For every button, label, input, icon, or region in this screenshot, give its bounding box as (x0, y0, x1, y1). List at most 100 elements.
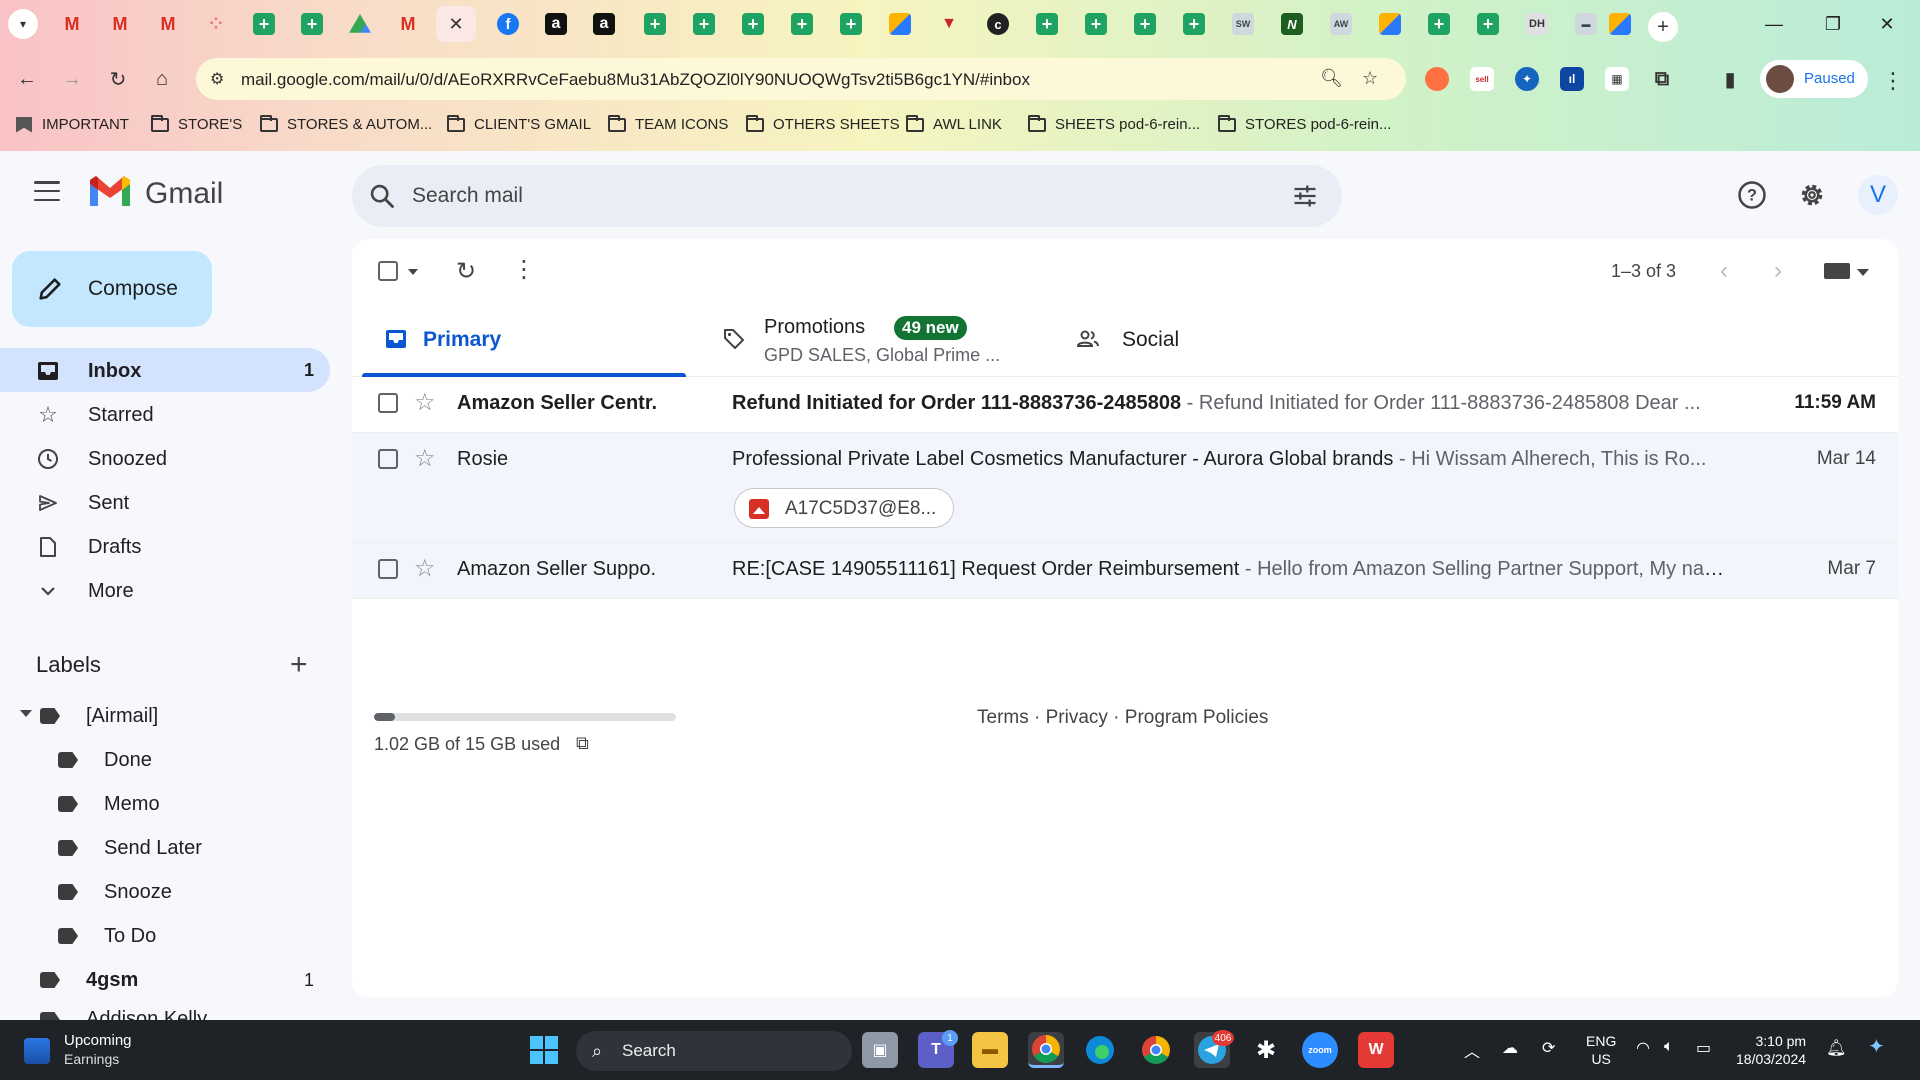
bookmark-folder[interactable]: STORE'S (151, 114, 242, 133)
browser-tab-gmail[interactable]: M (100, 6, 140, 42)
minimize-button[interactable]: — (1754, 8, 1794, 40)
help-icon[interactable]: ? (1732, 175, 1772, 215)
search-icon[interactable] (368, 182, 396, 210)
browser-tab-amazon[interactable]: a (584, 6, 624, 42)
email-checkbox[interactable] (378, 559, 398, 579)
email-row[interactable]: ☆ Rosie Professional Private Label Cosme… (352, 433, 1898, 543)
bookmark-folder[interactable]: STORES pod-6-rein... (1218, 114, 1391, 133)
browser-menu-icon[interactable]: ⋮ (1882, 68, 1904, 94)
show-hidden-icons-chevron-icon[interactable]: ︿ (1464, 1038, 1480, 1062)
extensions-puzzle-icon[interactable]: ⧉ (1650, 67, 1674, 91)
browser-tab-sheets[interactable] (782, 6, 822, 42)
notification-bell-icon[interactable]: 🔔︎ (1826, 1038, 1846, 1058)
browser-tab-active[interactable]: ✕ (436, 6, 476, 42)
chrome-icon[interactable] (1028, 1032, 1064, 1068)
browser-tab-sheets[interactable] (684, 6, 724, 42)
add-label-button[interactable]: + (290, 648, 308, 682)
browser-tab-sheets[interactable] (1027, 6, 1067, 42)
profile-chip[interactable]: Paused (1760, 60, 1868, 98)
attachment-chip[interactable]: A17C5D37@E8... (734, 488, 954, 528)
star-icon[interactable]: ☆ (414, 554, 436, 583)
browser-tab-amazon[interactable]: a (536, 6, 576, 42)
file-explorer-icon[interactable]: ▬ (972, 1032, 1008, 1068)
site-info-icon[interactable]: ⚙ (210, 69, 224, 89)
extension-icon[interactable]: sell (1470, 67, 1494, 91)
label-item[interactable]: [Airmail] (40, 700, 158, 732)
previous-page-icon[interactable]: ‹ (1720, 257, 1728, 285)
extension-icon[interactable] (1425, 67, 1449, 91)
bookmark-star-icon[interactable]: ☆ (1362, 68, 1378, 89)
chrome-icon[interactable] (1138, 1032, 1174, 1068)
address-bar[interactable]: ⚙ mail.google.com/mail/u/0/d/AEoRXRRvCeF… (196, 58, 1406, 100)
sidebar-item-inbox[interactable]: Inbox 1 (0, 348, 330, 392)
keyboard-icon[interactable] (1824, 263, 1850, 279)
bookmark-folder[interactable]: AWL LINK (906, 114, 1002, 133)
forward-button[interactable]: → (57, 64, 87, 94)
browser-tab-sheets[interactable] (1174, 6, 1214, 42)
wps-office-icon[interactable]: W (1358, 1032, 1394, 1068)
bookmark-folder[interactable]: CLIENT'S GMAIL (447, 114, 591, 133)
taskbar-search[interactable]: ⌕ Search (576, 1031, 852, 1071)
compose-button[interactable]: Compose (12, 251, 212, 327)
label-item[interactable]: Snooze (58, 876, 172, 908)
account-avatar[interactable]: V (1858, 175, 1898, 215)
wifi-icon[interactable]: ◠ (1636, 1038, 1650, 1058)
sidebar-item-snoozed[interactable]: Snoozed (0, 436, 330, 480)
search-options-icon[interactable] (1290, 182, 1320, 210)
browser-tab-sheets[interactable] (733, 6, 773, 42)
extension-icon[interactable]: ıl (1560, 67, 1584, 91)
browser-tab-tool[interactable] (1370, 6, 1410, 42)
language-indicator[interactable]: ENG US (1586, 1032, 1616, 1068)
address-url[interactable]: mail.google.com/mail/u/0/d/AEoRXRRvCeFae… (241, 70, 1030, 90)
slack-icon[interactable]: ✱ (1248, 1032, 1284, 1068)
browser-tab-tool[interactable] (880, 6, 920, 42)
browser-tab-sheets[interactable] (1468, 6, 1508, 42)
task-view-icon[interactable]: ▣ (862, 1032, 898, 1068)
settings-gear-icon[interactable] (1792, 175, 1832, 215)
browser-tab-sheets[interactable] (1125, 6, 1165, 42)
restore-button[interactable]: ❐ (1813, 8, 1853, 40)
external-link-icon[interactable]: ⧉ (576, 733, 589, 754)
input-tools-dropdown-icon[interactable] (1857, 269, 1869, 276)
browser-tab-grey[interactable]: AW (1321, 6, 1361, 42)
window-close-button[interactable]: ✕ (1867, 8, 1907, 40)
label-item[interactable]: Send Later (58, 832, 202, 864)
copilot-icon[interactable]: ✦ (1868, 1034, 1885, 1059)
browser-tab-red[interactable]: ▼ (929, 6, 969, 42)
browser-tab-facebook[interactable]: f (488, 6, 528, 42)
select-all-checkbox[interactable] (378, 261, 398, 281)
email-row[interactable]: ☆ Amazon Seller Suppo. RE:[CASE 14905511… (352, 543, 1898, 599)
browser-tab-gmail[interactable]: M (148, 6, 188, 42)
browser-tab-sheets[interactable] (1419, 6, 1459, 42)
sidebar-item-drafts[interactable]: Drafts (0, 524, 330, 568)
star-icon[interactable]: ☆ (414, 388, 436, 417)
sync-icon[interactable]: ⟳ (1542, 1038, 1555, 1058)
browser-tab-grey[interactable]: SW (1223, 6, 1263, 42)
side-panel-icon[interactable]: ▮ (1718, 67, 1742, 91)
label-item[interactable]: Done (58, 744, 152, 776)
zoom-icon[interactable]: 🔍︎ (1320, 68, 1343, 89)
reload-button[interactable]: ↻ (103, 64, 133, 94)
volume-muted-icon[interactable]: 🔈︎ (1664, 1038, 1674, 1056)
email-row[interactable]: ☆ Amazon Seller Centr. Refund Initiated … (352, 377, 1898, 433)
label-item[interactable]: Addison Kelly (40, 1008, 207, 1020)
browser-tab-sheets[interactable] (1076, 6, 1116, 42)
bookmark-folder[interactable]: STORES & AUTOM... (260, 114, 432, 133)
extension-icon[interactable]: ▦ (1605, 67, 1629, 91)
footer-links[interactable]: Terms · Privacy · Program Policies (977, 707, 1268, 729)
more-actions-icon[interactable]: ⋮ (512, 255, 536, 284)
new-tab-button[interactable]: + (1648, 12, 1678, 42)
sidebar-item-starred[interactable]: ☆ Starred (0, 392, 330, 436)
browser-tab-gmail[interactable]: M (388, 6, 428, 42)
onedrive-cloud-icon[interactable]: ☁ (1502, 1038, 1518, 1058)
sidebar-item-more[interactable]: More (0, 568, 330, 612)
home-button[interactable]: ⌂ (147, 64, 177, 94)
tab-search-button[interactable]: ▾ (8, 9, 38, 39)
extension-icon[interactable]: ✦ (1515, 67, 1539, 91)
browser-tab-tool[interactable] (1600, 6, 1640, 42)
edge-icon[interactable] (1082, 1032, 1118, 1068)
bookmark-folder[interactable]: OTHERS SHEETS (746, 114, 900, 133)
browser-tab-sheets[interactable] (635, 6, 675, 42)
email-checkbox[interactable] (378, 393, 398, 413)
back-button[interactable]: ← (12, 64, 42, 94)
